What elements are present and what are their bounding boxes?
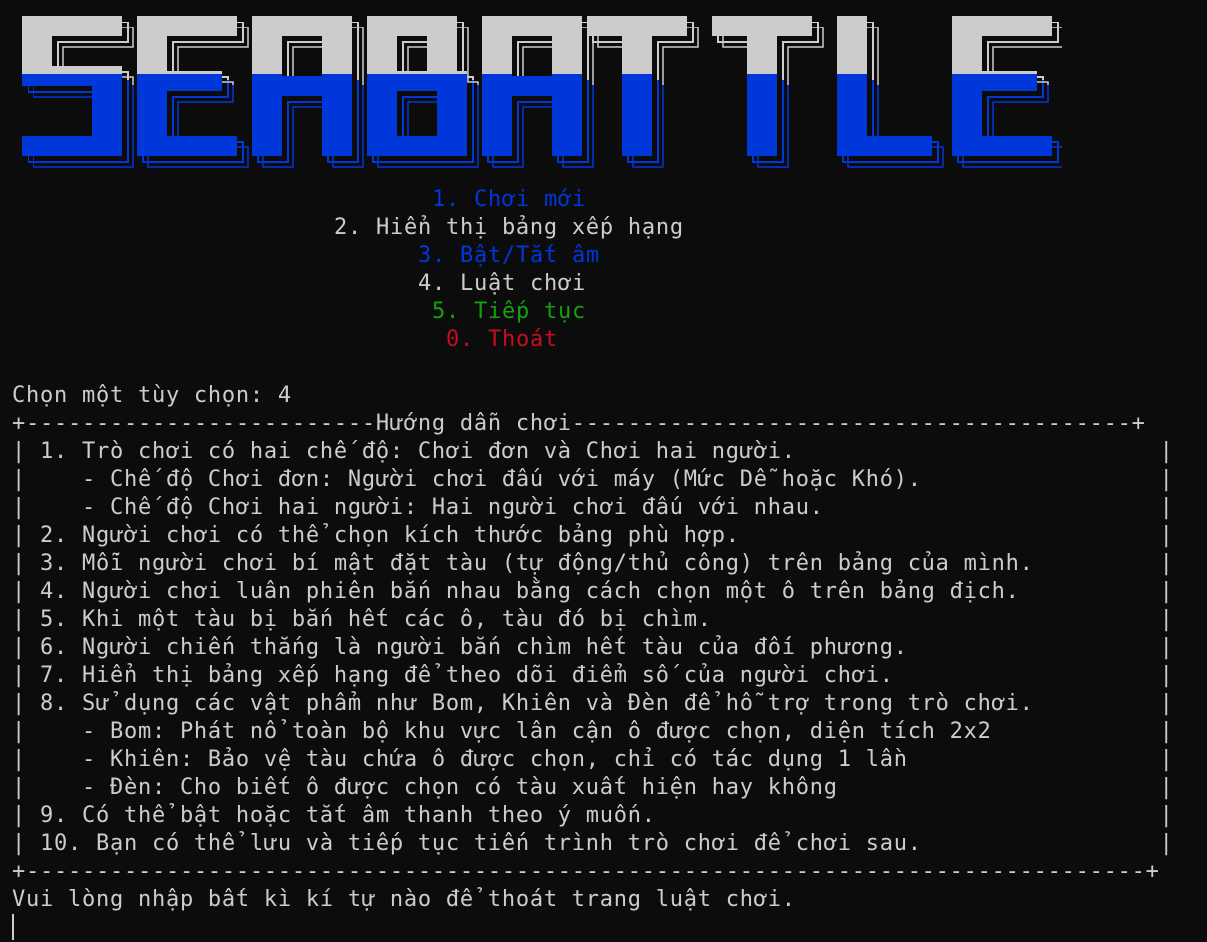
rules-bottom-border: +---------------------------------------… [12,859,1160,884]
rules-line: | - Khiên: Bảo vệ tàu chứa ô được chọn, … [12,747,1174,772]
menu-item-rules[interactable]: 4. Luật chơi [418,270,586,298]
menu-item-new-game[interactable]: 1. Chơi mới [432,186,586,214]
rules-line: | 1. Trò chơi có hai chế độ: Chơi đơn và… [12,439,1174,464]
rules-top-border: +-------------------------Hướng dẫn chơi… [12,411,1146,436]
exit-prompt: Vui lòng nhập bất kì kí tự nào để thoát … [12,887,796,912]
terminal-window[interactable]: 1. Chơi mới 2. Hiển thị bảng xếp hạng 3.… [0,0,1207,942]
option-prompt: Chọn một tùy chọn: 4 [12,383,292,408]
rules-line: | - Đèn: Cho biết ô được chọn có tàu xuấ… [12,775,1174,800]
text-cursor[interactable] [12,914,14,940]
seabattle-logo [22,16,1062,168]
rules-line: | 2. Người chơi có thể chọn kích thước b… [12,523,1174,548]
rules-line: | 8. Sử dụng các vật phẩm như Bom, Khiên… [12,691,1174,716]
rules-line: | 9. Có thể bật hoặc tắt âm thanh theo ý… [12,803,1174,828]
rules-line: | - Bom: Phát nổ toàn bộ khu vực lân cận… [12,719,1174,744]
rules-line: | - Chế độ Chơi đơn: Người chơi đấu với … [12,467,1174,492]
rules-line: | 7. Hiển thị bảng xếp hạng để theo dõi … [12,663,1174,688]
rules-line: | 3. Mỗi người chơi bí mật đặt tàu (tự đ… [12,551,1174,576]
menu-item-continue[interactable]: 5. Tiếp tục [432,298,586,326]
menu-item-exit[interactable]: 0. Thoát [446,326,558,354]
menu-item-leaderboard[interactable]: 2. Hiển thị bảng xếp hạng [334,214,684,242]
rules-line: | 5. Khi một tàu bị bắn hết các ô, tàu đ… [12,607,1174,632]
menu-item-toggle-sound[interactable]: 3. Bật/Tắt âm [418,242,600,270]
rules-line: | 10. Bạn có thể lưu và tiếp tục tiến tr… [12,831,1174,856]
rules-line: | - Chế độ Chơi hai người: Hai người chơ… [12,495,1174,520]
rules-line: | 6. Người chiến thắng là người bắn chìm… [12,635,1174,660]
rules-line: | 4. Người chơi luân phiên bắn nhau bằng… [12,579,1174,604]
